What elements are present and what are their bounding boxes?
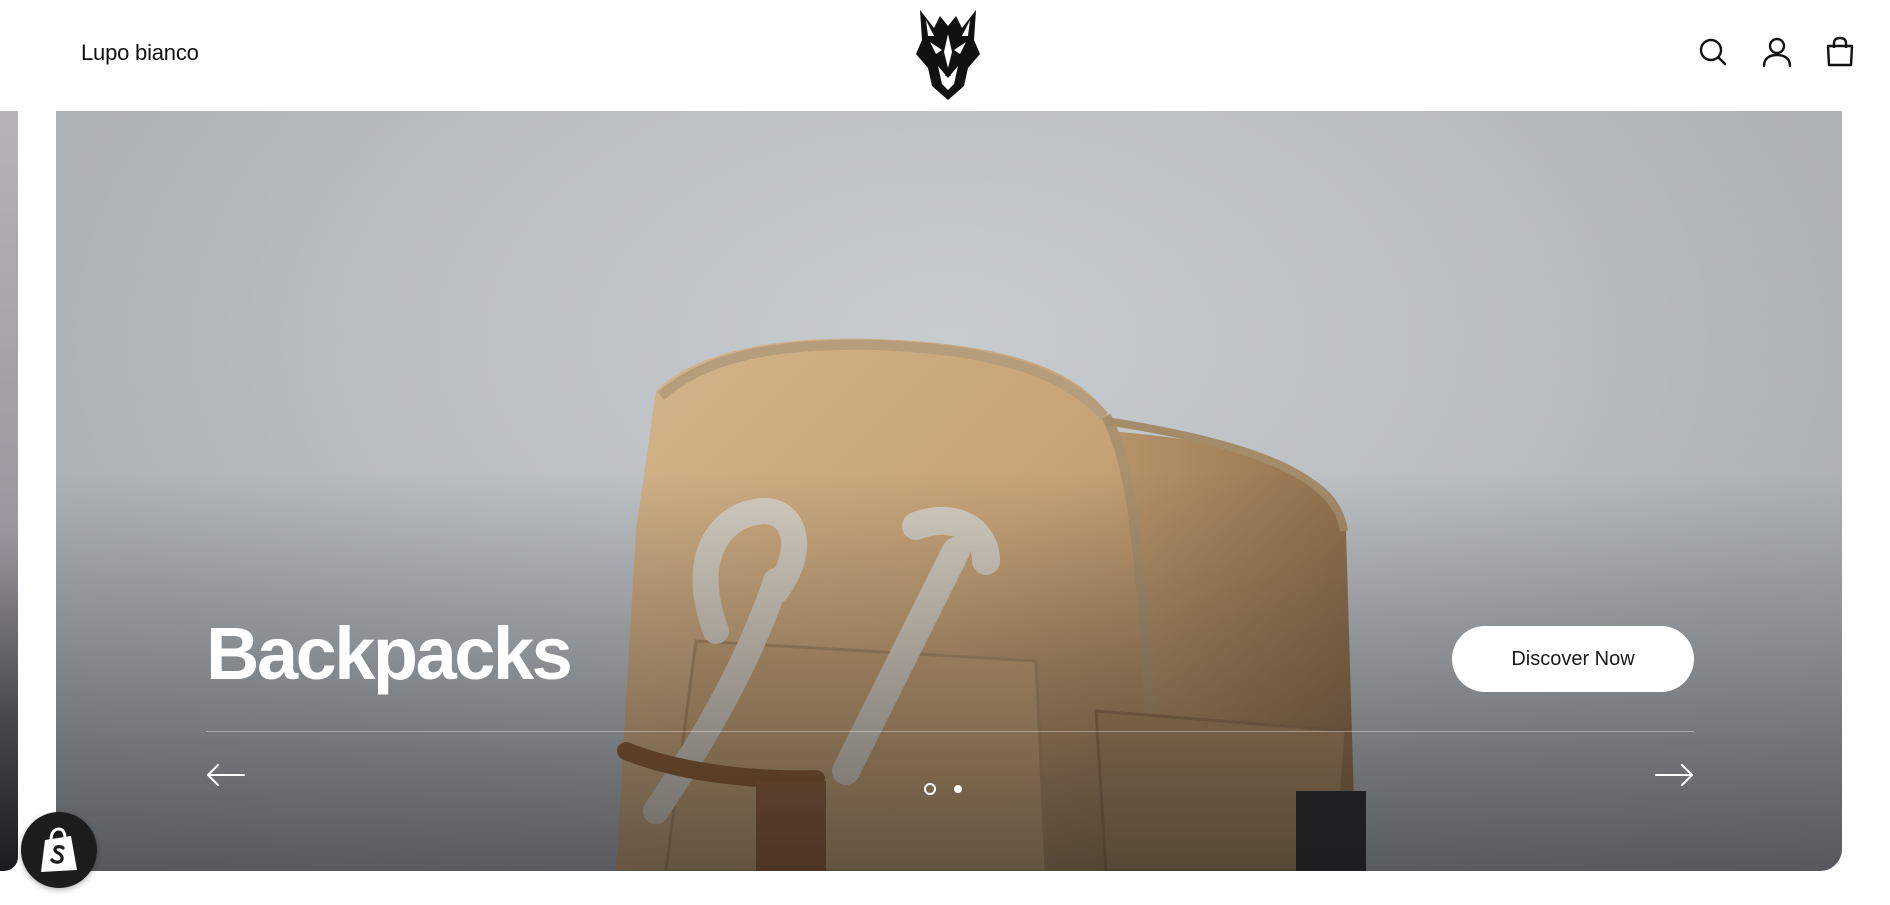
shopify-badge[interactable] xyxy=(21,812,97,888)
next-slide-button[interactable] xyxy=(1654,763,1694,787)
previous-slide-peek xyxy=(0,111,18,871)
account-icon[interactable] xyxy=(1759,34,1795,70)
arrow-right-icon xyxy=(1655,764,1693,786)
pagination-dot-1[interactable] xyxy=(924,783,936,795)
hero-slider: Backpacks Discover Now xyxy=(56,111,1842,871)
shopify-bag-icon xyxy=(41,827,77,872)
brand-link[interactable]: Lupo bianco xyxy=(81,40,199,66)
search-icon[interactable] xyxy=(1695,34,1731,70)
slider-divider xyxy=(206,731,1694,732)
arrow-left-icon xyxy=(207,764,245,786)
hero-title: Backpacks xyxy=(206,612,573,695)
previous-slide-button[interactable] xyxy=(206,763,246,787)
discover-now-button[interactable]: Discover Now xyxy=(1452,626,1694,692)
cart-icon[interactable] xyxy=(1822,34,1858,70)
site-header: Lupo bianco xyxy=(0,0,1890,111)
slide-pagination xyxy=(924,783,962,795)
pagination-dot-2[interactable] xyxy=(954,785,962,793)
wolf-logo[interactable] xyxy=(914,6,982,102)
